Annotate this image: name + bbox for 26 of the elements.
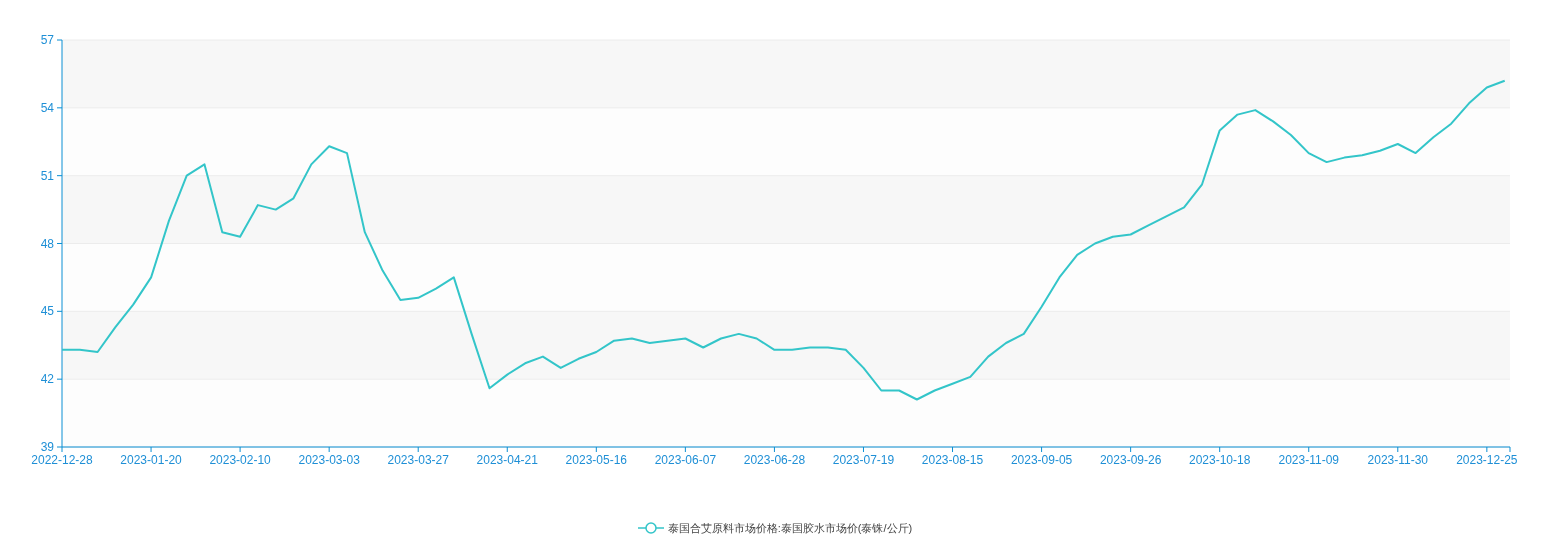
x-tick-label: 2023-08-15 [921, 453, 984, 467]
x-tick-label: 2023-06-07 [654, 453, 717, 467]
x-tick-label: 2023-07-19 [832, 453, 895, 467]
y-tick-label: 39 [40, 440, 54, 454]
x-tick-label: 2023-11-30 [1367, 453, 1429, 467]
x-tick-label: 2023-02-10 [209, 453, 271, 467]
y-tick-label: 48 [40, 236, 54, 251]
x-tick-label: 2023-06-28 [743, 453, 806, 467]
legend-label[interactable]: 泰国合艾原料市场价格:泰国胶水市场价(泰铢/公斤) [667, 520, 913, 537]
x-tick-label: 2023-11-09 [1278, 453, 1339, 467]
x-tick-label: 2023-09-05 [1010, 453, 1073, 467]
x-tick-label: 2023-03-03 [298, 453, 360, 467]
x-tick-label: 2023-03-27 [387, 453, 449, 467]
y-tick-label: 45 [40, 304, 54, 319]
x-tick-label: 2023-09-26 [1099, 453, 1162, 467]
x-tick-label: 2023-10-18 [1189, 453, 1251, 467]
legend-line-icon[interactable] [637, 521, 664, 536]
y-tick-label: 42 [40, 372, 54, 387]
x-tick-label: 2023-04-21 [476, 453, 538, 467]
y-tick-label: 54 [40, 100, 54, 115]
x-tick-label: 2023-01-20 [120, 453, 182, 467]
y-tick-label: 51 [40, 168, 54, 183]
y-tick-label: 57 [40, 33, 54, 47]
x-tick-label: 2023-12-25 [1456, 453, 1518, 467]
x-tick-label: 2023-05-16 [565, 453, 627, 467]
x-tick-label: 2022-12-28 [31, 453, 93, 467]
